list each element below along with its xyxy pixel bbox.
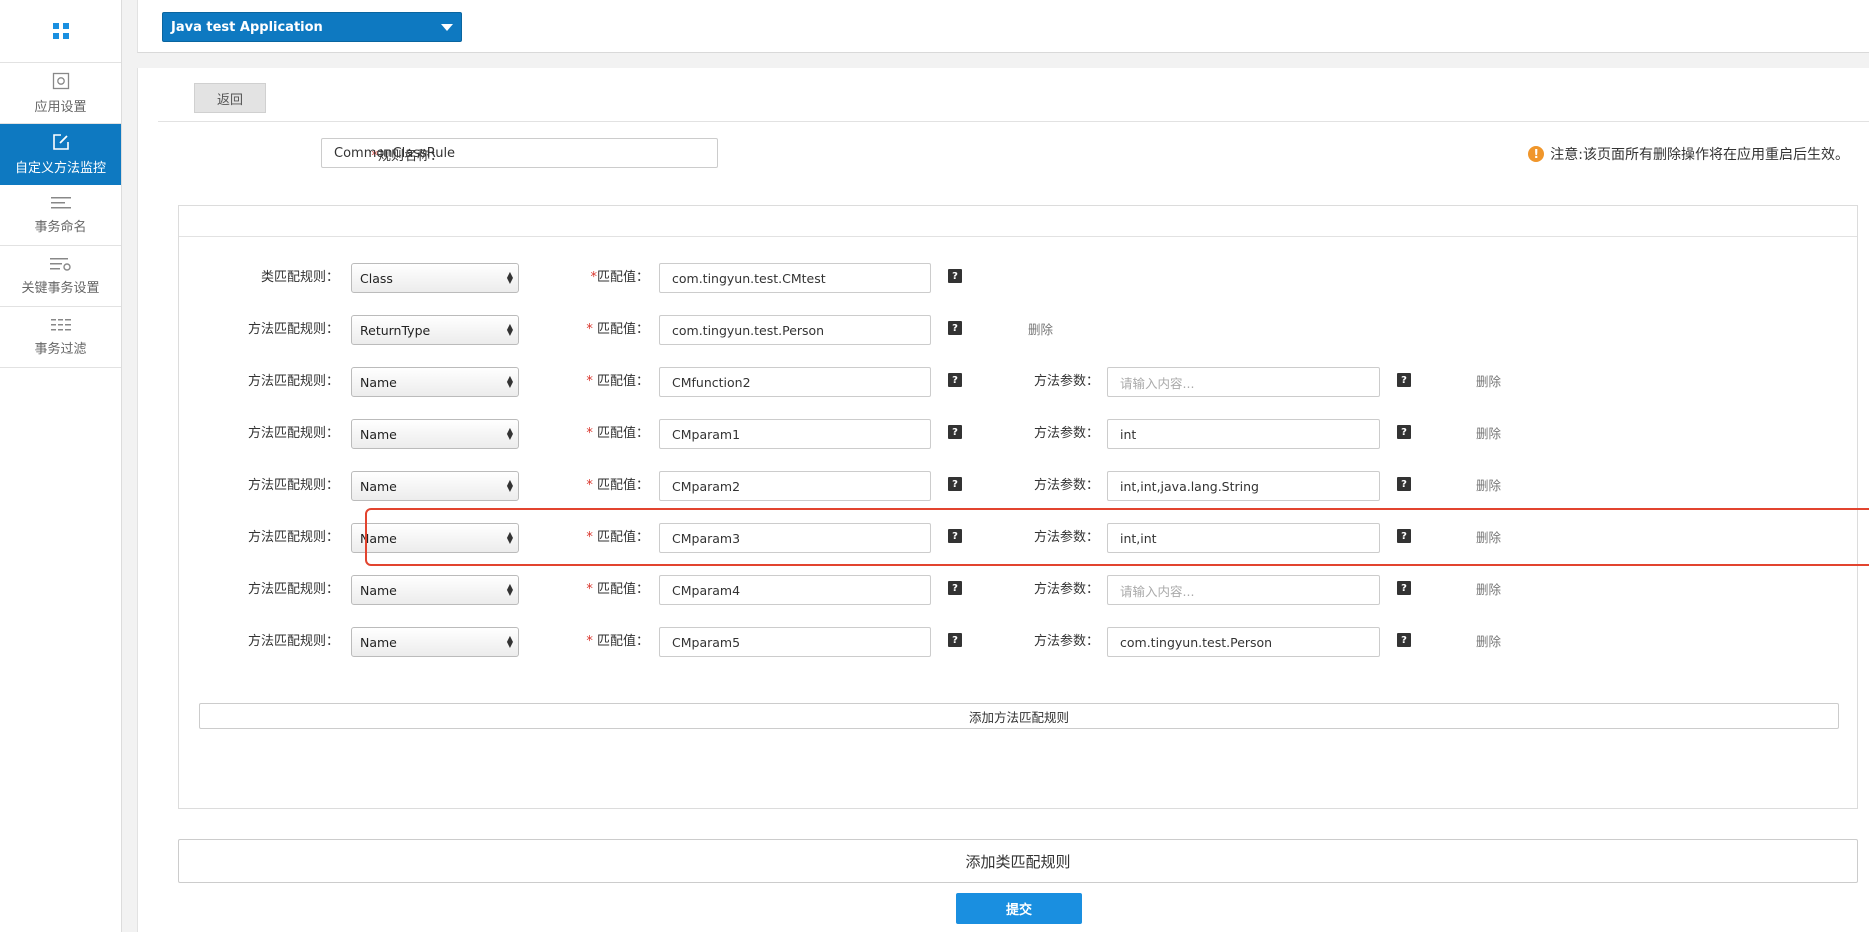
filter-icon — [50, 318, 71, 330]
delete-link[interactable]: 删除 — [1476, 414, 1501, 454]
method-match-value-input[interactable]: CMparam1 — [659, 419, 931, 449]
help-icon[interactable]: ? — [948, 321, 962, 335]
match-value-label: * 匹配值： — [586, 322, 649, 337]
method-rule-row: 方法匹配规则： Name ▲ ▼ * 匹配值： CMparam2? 方法参数： int,int… — [179, 466, 1857, 506]
gear-icon — [52, 72, 69, 89]
topbar: Java test Application — [137, 0, 1869, 53]
key-transaction-icon — [49, 257, 71, 271]
method-rule-label: 方法匹配规则： — [247, 426, 339, 441]
help-icon[interactable]: ? — [948, 269, 962, 283]
method-params-input[interactable]: com.tingyun.test.Person — [1107, 627, 1380, 657]
method-params-label: 方法参数： — [1033, 478, 1099, 493]
match-value-label: * 匹配值： — [586, 426, 649, 441]
match-value-label: *匹配值： — [590, 270, 649, 285]
help-icon[interactable]: ? — [1397, 633, 1411, 647]
class-rule-row: 类匹配规则： Class ▲ ▼ *匹配值： com.tingyun.test.C… — [179, 258, 1857, 298]
method-rule-label: 方法匹配规则： — [247, 634, 339, 649]
add-class-rule-button[interactable]: 添加类匹配规则 — [178, 839, 1858, 883]
method-match-value-input[interactable]: com.tingyun.test.Person — [659, 315, 931, 345]
method-params-label: 方法参数： — [1033, 426, 1099, 441]
method-rule-row: 方法匹配规则： ReturnType ▲ ▼ * 匹配值： com.tingyun.tes… — [179, 310, 1857, 350]
sidebar-item-custom-method-monitor[interactable]: 自定义方法监控 — [0, 124, 121, 185]
method-params-input[interactable]: int,int,java.lang.String — [1107, 471, 1380, 501]
back-button[interactable]: 返回 — [194, 83, 266, 113]
method-params-input[interactable]: 请输入内容... — [1107, 575, 1380, 605]
method-rule-label: 方法匹配规则： — [247, 582, 339, 597]
method-params-label: 方法参数： — [1033, 374, 1099, 389]
sidebar-item-label: 事务过滤 — [34, 341, 87, 357]
method-match-value-input[interactable]: CMparam5 — [659, 627, 931, 657]
class-rule-label: 类匹配规则： — [260, 270, 339, 285]
add-method-rule-button[interactable]: 添加方法匹配规则 — [199, 703, 1839, 729]
list-icon — [50, 196, 71, 208]
method-rule-row: 方法匹配规则： Name ▲ ▼ * 匹配值： CMparam5? 方法参数： com.tin… — [179, 622, 1857, 662]
method-params-input[interactable]: int — [1107, 419, 1380, 449]
application-select[interactable]: Java test Application — [162, 12, 462, 42]
method-params-label: 方法参数： — [1033, 634, 1099, 649]
sidebar-item-label: 关键事务设置 — [21, 280, 100, 296]
method-rule-row: 方法匹配规则： Name ▲ ▼ * 匹配值： CMparam1? 方法参数： int? 删除 — [179, 414, 1857, 454]
delete-link[interactable]: 删除 — [1476, 362, 1501, 402]
delete-link[interactable]: 删除 — [1476, 622, 1501, 662]
highlight-box — [365, 508, 1869, 566]
help-icon[interactable]: ? — [1397, 581, 1411, 595]
method-params-input[interactable]: 请输入内容... — [1107, 367, 1380, 397]
method-rule-label: 方法匹配规则： — [247, 478, 339, 493]
help-icon[interactable]: ? — [1397, 425, 1411, 439]
match-value-label: * 匹配值： — [586, 634, 649, 649]
method-rule-label: 方法匹配规则： — [247, 530, 339, 545]
method-rule-row: 方法匹配规则： Name ▲ ▼ * 匹配值： CMfunction2? 方法参数： 请输入内… — [179, 362, 1857, 402]
method-rule-row: 方法匹配规则： Name ▲ ▼ * 匹配值： CMparam4? 方法参数： 请输入内容..… — [179, 570, 1857, 610]
sidebar: 应用设置 自定义方法监控 事务命名 关键事务设置 事务过滤 — [0, 0, 122, 932]
delete-link[interactable]: 删除 — [1476, 466, 1501, 506]
class-match-value-input[interactable]: com.tingyun.test.CMtest — [659, 263, 931, 293]
sidebar-item-transaction-naming[interactable]: 事务命名 — [0, 185, 121, 246]
method-match-value-input[interactable]: CMfunction2 — [659, 367, 931, 397]
match-value-label: * 匹配值： — [586, 582, 649, 597]
notice: ! 注意:该页面所有删除操作将在应用重启后生效。 — [1528, 144, 1849, 164]
method-match-value-input[interactable]: CMparam4 — [659, 575, 931, 605]
match-value-label: * 匹配值： — [586, 374, 649, 389]
grid-icon — [52, 23, 69, 39]
delete-link[interactable]: 删除 — [1476, 570, 1501, 610]
main-panel: 返回 *规则名称： CommonClassRule ! 注意:该页面所有删除操作… — [137, 68, 1869, 932]
sidebar-item-app-settings[interactable]: 应用设置 — [0, 63, 121, 124]
sidebar-item-key-transaction[interactable]: 关键事务设置 — [0, 246, 121, 307]
class-rule-card: 类匹配规则： Class ▲ ▼ *匹配值： com.tingyun.test.C… — [178, 205, 1858, 809]
app-grid-button[interactable] — [0, 0, 121, 63]
edit-icon — [52, 133, 69, 150]
sidebar-item-transaction-filter[interactable]: 事务过滤 — [0, 307, 121, 368]
method-params-label: 方法参数： — [1033, 582, 1099, 597]
method-match-value-input[interactable]: CMparam2 — [659, 471, 931, 501]
warning-icon: ! — [1528, 146, 1545, 162]
help-icon[interactable]: ? — [1397, 477, 1411, 491]
notice-text: 注意:该页面所有删除操作将在应用重启后生效。 — [1550, 147, 1849, 163]
sidebar-item-label: 应用设置 — [34, 99, 87, 115]
help-icon[interactable]: ? — [1397, 373, 1411, 387]
method-rule-label: 方法匹配规则： — [247, 374, 339, 389]
method-rule-label: 方法匹配规则： — [247, 322, 339, 337]
submit-button[interactable]: 提交 — [956, 893, 1082, 924]
caret-down-icon — [441, 24, 453, 31]
delete-link[interactable]: 删除 — [1028, 310, 1053, 350]
sidebar-item-label: 事务命名 — [34, 219, 87, 235]
match-value-label: * 匹配值： — [586, 478, 649, 493]
rule-name-input[interactable]: CommonClassRule — [321, 138, 718, 168]
card-header — [179, 206, 1857, 237]
sidebar-item-label: 自定义方法监控 — [14, 160, 106, 176]
application-name: Java test Application — [171, 19, 323, 35]
back-bar: 返回 — [158, 68, 1869, 122]
